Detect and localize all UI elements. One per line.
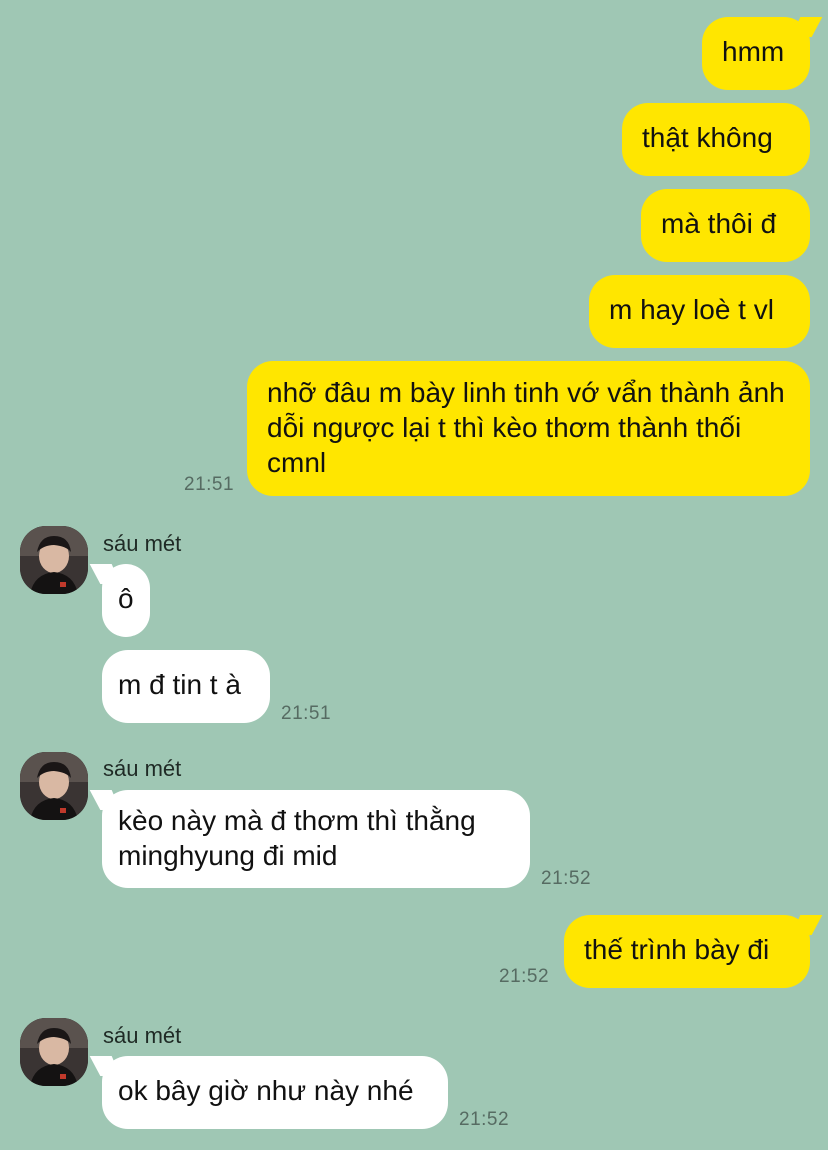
incoming-message[interactable]: ok bây giờ như này nhé: [102, 1056, 448, 1129]
avatar-photo: [20, 752, 88, 820]
incoming-message[interactable]: ô: [102, 564, 150, 637]
outgoing-message[interactable]: nhỡ đâu m bày linh tinh vớ vẩn thành ảnh…: [247, 361, 810, 496]
sender-name: sáu mét: [103, 531, 182, 556]
message-timestamp: 21:52: [541, 868, 592, 889]
incoming-message[interactable]: kèo này mà đ thơm thì thằng minghyung đi…: [102, 790, 530, 888]
message-timestamp: 21:52: [459, 1109, 510, 1130]
message-timestamp: 21:51: [184, 474, 235, 495]
outgoing-message[interactable]: thật không: [622, 103, 810, 176]
contact-avatar[interactable]: [20, 526, 88, 594]
sender-name: sáu mét: [103, 756, 182, 781]
contact-avatar[interactable]: [20, 1018, 88, 1086]
sender-name: sáu mét: [103, 1023, 182, 1048]
outgoing-message[interactable]: hmm: [702, 17, 810, 90]
contact-avatar[interactable]: [20, 752, 88, 820]
outgoing-message[interactable]: thế trình bày đi: [564, 915, 810, 988]
message-timestamp: 21:52: [499, 966, 550, 987]
chat-thread[interactable]: hmm thật không mà thôi đ m hay loè t vl …: [0, 0, 828, 1150]
avatar-photo: [20, 1018, 88, 1086]
incoming-message[interactable]: m đ tin t à: [102, 650, 270, 723]
outgoing-message[interactable]: m hay loè t vl: [589, 275, 810, 348]
avatar-photo: [20, 526, 88, 594]
outgoing-message[interactable]: mà thôi đ: [641, 189, 810, 262]
message-timestamp: 21:51: [281, 703, 332, 724]
